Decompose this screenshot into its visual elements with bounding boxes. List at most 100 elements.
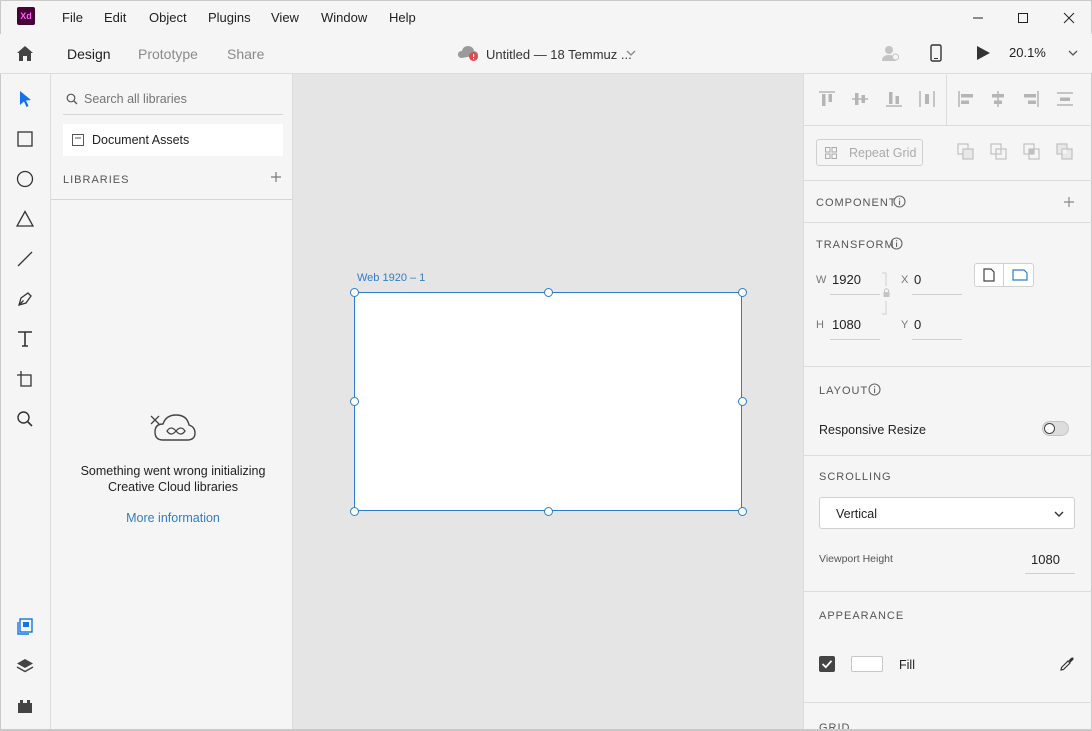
zoom-level[interactable]: 20.1%: [1009, 45, 1046, 60]
tab-share[interactable]: Share: [227, 46, 264, 62]
menu-plugins[interactable]: Plugins: [208, 10, 251, 25]
height-underline: [830, 339, 880, 340]
resize-handle-top-left[interactable]: [350, 288, 359, 297]
align-right-button[interactable]: [1022, 90, 1040, 108]
align-middle-button[interactable]: [851, 90, 869, 108]
tab-design[interactable]: Design: [67, 46, 111, 62]
line-tool[interactable]: [14, 248, 36, 270]
chevron-down-icon: [1054, 511, 1064, 517]
tab-prototype[interactable]: Prototype: [138, 46, 198, 62]
y-input[interactable]: 0: [914, 317, 921, 332]
document-title[interactable]: Untitled — 18 Temmuz ...: [486, 47, 632, 62]
plugins-panel-toggle[interactable]: [14, 695, 36, 717]
distribute-vertical-button[interactable]: [1056, 90, 1074, 108]
play-preview-button[interactable]: [975, 45, 991, 61]
distribute-horizontal-button[interactable]: [918, 90, 936, 108]
resize-handle-top[interactable]: [544, 288, 553, 297]
chevron-down-icon: [626, 50, 636, 56]
component-info-icon[interactable]: [893, 195, 906, 208]
menu-edit[interactable]: Edit: [104, 10, 126, 25]
share-user-button[interactable]: [881, 44, 901, 62]
text-icon: [18, 331, 32, 347]
align-top-button[interactable]: [818, 90, 836, 108]
boolean-exclude-button[interactable]: [1056, 143, 1074, 161]
maximize-button[interactable]: [1000, 1, 1046, 35]
boolean-subtract-button[interactable]: [990, 143, 1008, 161]
responsive-resize-toggle[interactable]: [1042, 421, 1069, 436]
viewport-height-input[interactable]: 1080: [1031, 552, 1060, 567]
scrolling-select[interactable]: Vertical: [819, 497, 1075, 529]
device-preview-button[interactable]: [929, 44, 943, 62]
text-tool[interactable]: [14, 328, 36, 350]
close-button[interactable]: [1046, 1, 1092, 35]
layers-panel-toggle[interactable]: [14, 655, 36, 677]
resize-handle-top-right[interactable]: [738, 288, 747, 297]
height-input[interactable]: 1080: [832, 317, 861, 332]
libraries-panel-toggle[interactable]: [14, 615, 36, 637]
select-tool[interactable]: [14, 88, 36, 110]
transform-info-icon[interactable]: [890, 237, 903, 250]
scrolling-select-value: Vertical: [836, 507, 877, 521]
align-bottom-button[interactable]: [885, 90, 903, 108]
align-center-icon: [992, 91, 1004, 107]
polygon-tool[interactable]: [14, 208, 36, 230]
document-assets-label: Document Assets: [92, 133, 190, 147]
fill-color-swatch[interactable]: [851, 656, 883, 672]
width-underline: [830, 294, 880, 295]
minimize-button[interactable]: [955, 1, 1001, 35]
zoom-dropdown-button[interactable]: [1068, 49, 1078, 57]
menu-object[interactable]: Object: [149, 10, 187, 25]
artboard[interactable]: [354, 292, 742, 511]
more-information-link[interactable]: More information: [57, 511, 289, 525]
cloud-error-icon: [458, 46, 478, 61]
menu-help[interactable]: Help: [389, 10, 416, 25]
x-input[interactable]: 0: [914, 272, 921, 287]
rectangle-tool[interactable]: [14, 128, 36, 150]
rectangle-icon: [17, 131, 33, 147]
plus-icon: [271, 172, 281, 182]
align-left-button[interactable]: [957, 90, 975, 108]
align-center-button[interactable]: [989, 90, 1007, 108]
add-library-button[interactable]: [270, 171, 282, 183]
artboard-name-label[interactable]: Web 1920 – 1: [357, 272, 425, 284]
inspector-divider: [803, 591, 1092, 592]
menu-window[interactable]: Window: [321, 10, 367, 25]
cloud-sync-status[interactable]: [457, 44, 481, 62]
resize-handle-bottom-left[interactable]: [350, 507, 359, 516]
layout-info-icon[interactable]: [868, 383, 881, 396]
resize-handle-right[interactable]: [738, 397, 747, 406]
responsive-resize-label: Responsive Resize: [819, 423, 926, 437]
home-icon: [17, 46, 33, 61]
width-input[interactable]: 1920: [832, 272, 861, 287]
inspector-divider: [803, 702, 1092, 703]
eyedropper-button[interactable]: [1059, 656, 1075, 672]
align-left-icon: [958, 91, 973, 107]
document-menu-button[interactable]: [626, 49, 636, 57]
zoom-tool[interactable]: [14, 408, 36, 430]
pen-tool[interactable]: [14, 288, 36, 310]
lock-aspect-button[interactable]: [880, 272, 894, 316]
portrait-button[interactable]: [975, 264, 1004, 286]
libraries-panel: [51, 74, 293, 731]
lock-icon: [882, 272, 890, 315]
library-search-input[interactable]: [84, 88, 280, 110]
x-underline: [912, 294, 962, 295]
boolean-intersect-button[interactable]: [1023, 143, 1041, 161]
ellipse-tool[interactable]: [14, 168, 36, 190]
resize-handle-bottom[interactable]: [544, 507, 553, 516]
home-button[interactable]: [15, 44, 35, 62]
landscape-button[interactable]: [1005, 264, 1034, 286]
fill-checkbox[interactable]: [819, 656, 835, 672]
artboard-tool[interactable]: [14, 368, 36, 390]
align-right-icon: [1024, 91, 1039, 107]
document-assets-item[interactable]: Document Assets: [63, 124, 283, 156]
menu-file[interactable]: File: [62, 10, 83, 25]
menu-view[interactable]: View: [271, 10, 299, 25]
resize-handle-bottom-right[interactable]: [738, 507, 747, 516]
boolean-exclude-icon: [1056, 143, 1073, 160]
maximize-icon: [1018, 13, 1028, 23]
repeat-grid-button[interactable]: Repeat Grid: [816, 139, 923, 166]
boolean-add-button[interactable]: [957, 143, 975, 161]
resize-handle-left[interactable]: [350, 397, 359, 406]
add-component-button[interactable]: [1063, 196, 1075, 208]
